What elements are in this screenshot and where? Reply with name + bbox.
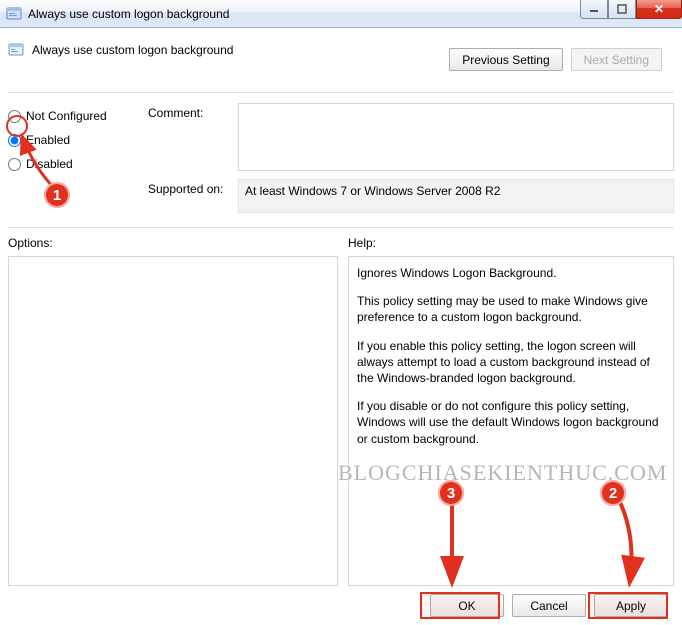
panels-row: Options: Help: Ignores Windows Logon Bac…	[8, 236, 674, 586]
window-buttons: ✕	[580, 0, 682, 19]
cancel-button[interactable]: Cancel	[512, 594, 586, 617]
help-panel: Ignores Windows Logon Background. This p…	[348, 256, 674, 586]
supported-box: At least Windows 7 or Windows Server 200…	[238, 179, 674, 213]
field-column: Comment: Supported on: At least Windows …	[148, 103, 674, 221]
radio-label: Disabled	[26, 157, 73, 171]
config-row: Not Configured Enabled Disabled Comment:…	[8, 101, 674, 221]
window-title: Always use custom logon background	[28, 7, 229, 21]
ok-button[interactable]: OK	[430, 594, 504, 617]
help-text: This policy setting may be used to make …	[357, 293, 665, 325]
state-radios: Not Configured Enabled Disabled	[8, 103, 148, 221]
radio-label: Enabled	[26, 133, 70, 147]
radio-not-configured-input[interactable]	[8, 110, 21, 123]
previous-setting-button[interactable]: Previous Setting	[449, 48, 562, 71]
footer-buttons: OK Cancel Apply	[430, 594, 668, 617]
next-setting-button[interactable]: Next Setting	[571, 48, 662, 71]
supported-text: At least Windows 7 or Windows Server 200…	[245, 184, 500, 198]
options-panel	[8, 256, 338, 586]
options-column: Options:	[8, 236, 338, 586]
supported-label: Supported on:	[148, 179, 238, 213]
window-icon	[6, 6, 22, 22]
radio-enabled[interactable]: Enabled	[8, 133, 148, 147]
supported-row: Supported on: At least Windows 7 or Wind…	[148, 179, 674, 213]
title-bar: Always use custom logon background ✕	[0, 0, 682, 28]
radio-disabled-input[interactable]	[8, 158, 21, 171]
nav-buttons: Previous Setting Next Setting	[449, 48, 662, 71]
separator	[8, 227, 674, 228]
radio-disabled[interactable]: Disabled	[8, 157, 148, 171]
radio-label: Not Configured	[26, 109, 107, 123]
help-column: Help: Ignores Windows Logon Background. …	[348, 236, 674, 586]
policy-icon	[8, 42, 24, 58]
help-text: If you enable this policy setting, the l…	[357, 338, 665, 387]
close-button[interactable]: ✕	[636, 0, 682, 19]
separator	[8, 92, 674, 93]
options-label: Options:	[8, 236, 338, 250]
help-text: If you disable or do not configure this …	[357, 398, 665, 447]
comment-label: Comment:	[148, 103, 238, 171]
maximize-button[interactable]	[608, 0, 636, 19]
help-text: Ignores Windows Logon Background.	[357, 265, 665, 281]
minimize-button[interactable]	[580, 0, 608, 19]
dialog-body: Always use custom logon background Previ…	[0, 28, 682, 594]
policy-title: Always use custom logon background	[32, 43, 233, 57]
radio-not-configured[interactable]: Not Configured	[8, 109, 148, 123]
help-label: Help:	[348, 236, 674, 250]
comment-row: Comment:	[148, 103, 674, 171]
apply-button[interactable]: Apply	[594, 594, 668, 617]
radio-enabled-input[interactable]	[8, 134, 21, 147]
comment-textarea[interactable]	[238, 103, 674, 171]
